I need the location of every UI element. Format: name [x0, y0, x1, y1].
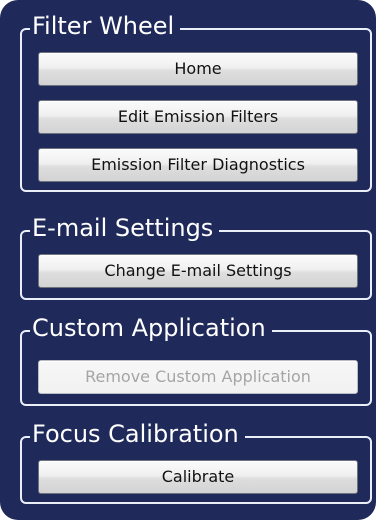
edit-emission-filters-button[interactable]: Edit Emission Filters [38, 100, 358, 134]
emission-filter-diagnostics-button[interactable]: Emission Filter Diagnostics [38, 148, 358, 182]
email-settings-group: E-mail Settings Change E-mail Settings [20, 214, 372, 300]
settings-panel: Filter Wheel Home Edit Emission Filters … [0, 0, 376, 520]
filter-wheel-title: Filter Wheel [30, 12, 181, 40]
custom-application-title: Custom Application [30, 314, 272, 342]
home-button[interactable]: Home [38, 52, 358, 86]
filter-wheel-group: Filter Wheel Home Edit Emission Filters … [20, 12, 372, 192]
focus-calibration-group: Focus Calibration Calibrate [20, 420, 372, 504]
custom-application-group: Custom Application Remove Custom Applica… [20, 314, 372, 406]
change-email-settings-button[interactable]: Change E-mail Settings [38, 254, 358, 288]
email-settings-title: E-mail Settings [30, 214, 220, 242]
calibrate-button[interactable]: Calibrate [38, 460, 358, 494]
remove-custom-application-button[interactable]: Remove Custom Application [38, 360, 358, 394]
focus-calibration-title: Focus Calibration [30, 420, 245, 448]
